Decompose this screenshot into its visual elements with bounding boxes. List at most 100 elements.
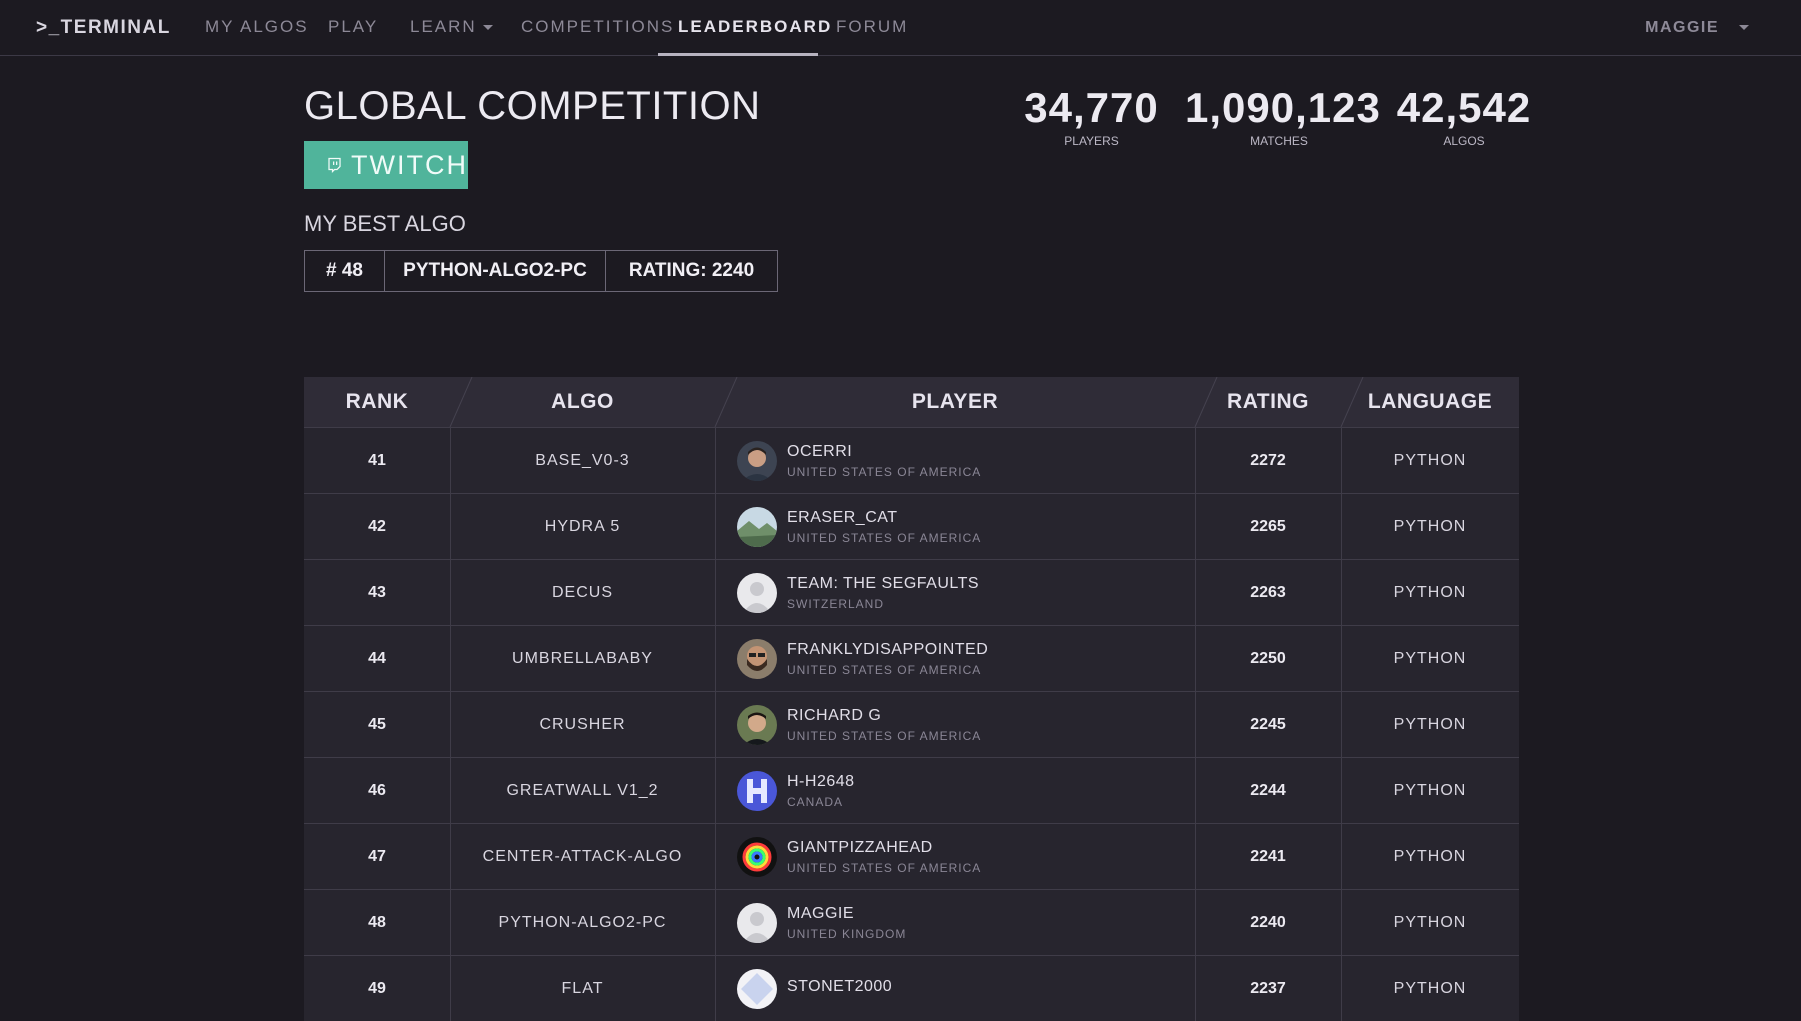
page-title: GLOBAL COMPETITION bbox=[304, 84, 761, 128]
my-best-algo-box[interactable]: # 48 PYTHON-ALGO2-PC RATING: 2240 bbox=[304, 250, 778, 292]
row-algo[interactable]: FLAT bbox=[450, 956, 715, 1021]
nav-forum[interactable]: FORUM bbox=[836, 17, 908, 37]
table-row[interactable]: 41 BASE_V0-3 OCERRI UNITED STATES OF AMERIC… bbox=[304, 427, 1519, 493]
player-info: GIANTPIZZAHEAD UNITED STATES OF AMERICA bbox=[787, 839, 981, 875]
nav-leaderboard[interactable]: LEADERBOARD bbox=[678, 17, 832, 37]
row-language: PYTHON bbox=[1393, 649, 1467, 667]
player-country: CANADA bbox=[787, 794, 844, 809]
player-info: MAGGIE UNITED KINGDOM bbox=[787, 905, 906, 941]
player-info: RICHARD G UNITED STATES OF AMERICA bbox=[787, 707, 981, 743]
player-info: ERASER_CAT UNITED STATES OF AMERICA bbox=[787, 509, 981, 545]
row-algo[interactable]: UMBRELLABABY bbox=[450, 626, 715, 691]
avatar bbox=[737, 440, 777, 481]
row-rank: 45 bbox=[368, 715, 386, 733]
chevron-down-icon bbox=[482, 25, 493, 31]
player-info: OCERRI UNITED STATES OF AMERICA bbox=[787, 443, 981, 479]
row-language: PYTHON bbox=[1393, 583, 1467, 601]
table-row[interactable]: 49 FLAT STONET2000 2237 PYTHON bbox=[304, 955, 1519, 1021]
table-header: RANK ALGO PLAYER RATING LANGUAGE bbox=[304, 377, 1519, 427]
row-algo[interactable]: HYDRA 5 bbox=[450, 494, 715, 559]
nav-learn[interactable]: LEARN bbox=[410, 17, 493, 37]
user-menu[interactable]: MAGGIE bbox=[1645, 19, 1749, 37]
row-rating: 2244 bbox=[1250, 781, 1286, 799]
header-dividers bbox=[449, 377, 1364, 427]
row-language: PYTHON bbox=[1393, 979, 1467, 997]
twitch-label: TWITCH bbox=[351, 149, 468, 180]
row-player[interactable]: GIANTPIZZAHEAD UNITED STATES OF AMERICA bbox=[715, 824, 1195, 889]
player-info: TEAM: THE SEGFAULTS SWITZERLAND bbox=[787, 575, 979, 611]
player-country: UNITED STATES OF AMERICA bbox=[787, 728, 982, 743]
player-info: STONET2000 bbox=[787, 978, 892, 1000]
row-rating: 2237 bbox=[1250, 979, 1286, 997]
active-tab-indicator bbox=[658, 53, 818, 56]
row-player[interactable]: FRANKLYDISAPPOINTED UNITED STATES OF AMER… bbox=[715, 626, 1195, 691]
table-row[interactable]: 46 GREATWALL V1_2 H-H2648 CANADA 2244 PYTHON bbox=[304, 757, 1519, 823]
row-rank: 46 bbox=[368, 781, 386, 799]
row-player[interactable]: H-H2648 CANADA bbox=[715, 758, 1195, 823]
stat-players: 34,770 PLAYERS bbox=[1020, 84, 1163, 148]
table-row[interactable]: 44 UMBRELLABABY FRANKLYDISAPPOINTED UNITED … bbox=[304, 625, 1519, 691]
row-player[interactable]: TEAM: THE SEGFAULTS SWITZERLAND bbox=[715, 560, 1195, 625]
row-language: PYTHON bbox=[1393, 715, 1467, 733]
best-rank: # 48 bbox=[326, 260, 363, 281]
player-name: ERASER_CAT bbox=[787, 508, 898, 526]
row-rating: 2241 bbox=[1250, 847, 1286, 865]
row-rating: 2263 bbox=[1250, 583, 1286, 601]
leaderboard-table: RANK ALGO PLAYER RATING LANGUAGE 41 BASE_… bbox=[304, 377, 1519, 1021]
table-row[interactable]: 48 PYTHON-ALGO2-PC MAGGIE UNITED KINGDOM 224… bbox=[304, 889, 1519, 955]
nav-play[interactable]: PLAY bbox=[328, 17, 378, 37]
player-name: OCERRI bbox=[787, 442, 853, 460]
table-row[interactable]: 45 CRUSHER RICHARD G UNITED STATES OF AMERI… bbox=[304, 691, 1519, 757]
stat-value: 1,090,123 bbox=[1185, 84, 1381, 131]
avatar bbox=[737, 506, 777, 547]
row-rank: 44 bbox=[368, 649, 386, 667]
table-row[interactable]: 43 DECUS TEAM: THE SEGFAULTS SWITZERLAND 226… bbox=[304, 559, 1519, 625]
row-player[interactable]: ERASER_CAT UNITED STATES OF AMERICA bbox=[715, 494, 1195, 559]
table-row[interactable]: 47 CENTER-ATTACK-ALGO GIANTPIZZAHEAD UNITED… bbox=[304, 823, 1519, 889]
row-language: PYTHON bbox=[1393, 517, 1467, 535]
my-best-algo-heading: MY BEST ALGO bbox=[304, 211, 466, 236]
player-info: FRANKLYDISAPPOINTED UNITED STATES OF AMER… bbox=[787, 641, 988, 677]
row-player[interactable]: RICHARD G UNITED STATES OF AMERICA bbox=[715, 692, 1195, 757]
row-rating: 2265 bbox=[1250, 517, 1286, 535]
row-rating: 2250 bbox=[1250, 649, 1286, 667]
row-language: PYTHON bbox=[1393, 451, 1467, 469]
avatar bbox=[737, 902, 777, 943]
player-name: GIANTPIZZAHEAD bbox=[787, 838, 933, 856]
row-algo[interactable]: GREATWALL V1_2 bbox=[450, 758, 715, 823]
row-algo[interactable]: CENTER-ATTACK-ALGO bbox=[450, 824, 715, 889]
row-rank: 49 bbox=[368, 979, 386, 997]
avatar bbox=[737, 638, 777, 679]
nav-my-algos[interactable]: MY ALGOS bbox=[205, 17, 309, 37]
stat-label: MATCHES bbox=[1250, 134, 1308, 148]
twitch-button[interactable]: TWITCH bbox=[304, 141, 468, 189]
app-logo[interactable]: >_TERMINAL bbox=[36, 17, 171, 39]
table-row[interactable]: 42 HYDRA 5 ERASER_CAT UNITED STATES OF AMER… bbox=[304, 493, 1519, 559]
player-name: TEAM: THE SEGFAULTS bbox=[787, 574, 980, 592]
table-body: 41 BASE_V0-3 OCERRI UNITED STATES OF AMERIC… bbox=[304, 427, 1519, 1021]
row-language: PYTHON bbox=[1393, 913, 1467, 931]
row-algo[interactable]: BASE_V0-3 bbox=[450, 428, 715, 493]
avatar bbox=[737, 836, 777, 877]
nav-competitions[interactable]: COMPETITIONS bbox=[521, 17, 674, 37]
best-algo-name: PYTHON-ALGO2-PC bbox=[384, 251, 605, 291]
player-country: UNITED STATES OF AMERICA bbox=[787, 530, 982, 545]
row-algo[interactable]: CRUSHER bbox=[450, 692, 715, 757]
stat-label: PLAYERS bbox=[1064, 134, 1119, 148]
player-name: RICHARD G bbox=[787, 706, 882, 724]
row-algo[interactable]: DECUS bbox=[450, 560, 715, 625]
row-rank: 41 bbox=[368, 451, 386, 469]
row-player[interactable]: OCERRI UNITED STATES OF AMERICA bbox=[715, 428, 1195, 493]
row-algo[interactable]: PYTHON-ALGO2-PC bbox=[450, 890, 715, 955]
player-country: UNITED STATES OF AMERICA bbox=[787, 860, 982, 875]
player-name: H-H2648 bbox=[787, 772, 855, 790]
chevron-down-icon bbox=[1739, 25, 1749, 31]
player-name: STONET2000 bbox=[787, 977, 893, 995]
row-player[interactable]: STONET2000 bbox=[715, 956, 1195, 1021]
row-player[interactable]: MAGGIE UNITED KINGDOM bbox=[715, 890, 1195, 955]
avatar bbox=[737, 704, 777, 745]
top-nav: >_TERMINAL MY ALGOS PLAY LEARN COMPETITI… bbox=[0, 0, 1801, 56]
stat-value: 34,770 bbox=[1024, 84, 1159, 131]
row-language: PYTHON bbox=[1393, 781, 1467, 799]
avatar bbox=[737, 770, 777, 811]
